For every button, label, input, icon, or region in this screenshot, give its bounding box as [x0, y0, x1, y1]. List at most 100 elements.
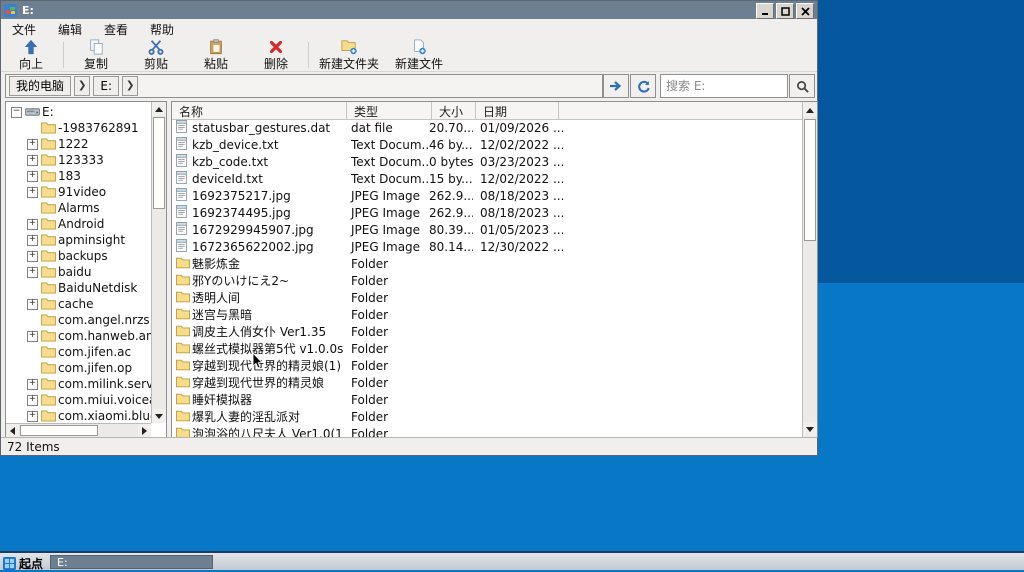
file-row[interactable]: 1692374495.jpg JPEG Image 262.9... 08/18…: [172, 204, 802, 221]
collapse-icon[interactable]: −: [11, 106, 22, 118]
tree-item[interactable]: + com.miui.voiceas: [6, 392, 151, 408]
titlebar[interactable]: E:: [1, 1, 817, 19]
tree-item[interactable]: + baidu: [6, 264, 151, 280]
list-vertical-scrollbar[interactable]: [802, 102, 817, 437]
expand-icon[interactable]: +: [27, 186, 38, 198]
menu-help[interactable]: 帮助: [139, 19, 185, 40]
tree-item[interactable]: + cache: [6, 296, 151, 312]
delete-button[interactable]: 删除: [246, 39, 306, 71]
status-bar: 72 Items: [1, 437, 817, 455]
tree-item[interactable]: + 123333: [6, 152, 151, 168]
search-button[interactable]: [789, 74, 815, 98]
close-button[interactable]: [796, 3, 814, 19]
tree-item[interactable]: + Alarms: [6, 200, 151, 216]
tree-item[interactable]: + com.angel.nrzs: [6, 312, 151, 328]
breadcrumb-chevron-icon[interactable]: ❯: [122, 76, 139, 96]
file-row[interactable]: statusbar_gestures.dat dat file 20.70...…: [172, 119, 802, 136]
refresh-button[interactable]: [630, 74, 656, 98]
scroll-down-button[interactable]: [152, 409, 166, 423]
tree-item[interactable]: + Android: [6, 216, 151, 232]
scroll-up-button[interactable]: [152, 102, 166, 116]
copy-button[interactable]: 复制: [66, 38, 126, 71]
file-row[interactable]: 1672929945907.jpg JPEG Image 80.39... 01…: [172, 221, 802, 238]
up-button[interactable]: 向上: [1, 39, 61, 71]
cut-button[interactable]: 剪贴: [126, 39, 186, 71]
paste-button[interactable]: 粘贴: [186, 38, 246, 71]
tree-item[interactable]: + 1222: [6, 136, 151, 152]
file-row[interactable]: 穿越到现代世界的精灵娘(1) Folder: [172, 357, 802, 374]
tree-item[interactable]: + backups: [6, 248, 151, 264]
go-button[interactable]: [603, 74, 629, 98]
column-header-name[interactable]: 名称: [172, 102, 347, 119]
file-row[interactable]: 邪Yのいけにえ2~ Folder: [172, 272, 802, 289]
tree-item[interactable]: + com.milink.servic: [6, 376, 151, 392]
tree-item[interactable]: + BaiduNetdisk: [6, 280, 151, 296]
breadcrumb-drive-e[interactable]: E:: [93, 76, 120, 96]
expand-icon[interactable]: +: [27, 394, 38, 406]
file-row[interactable]: 爆乳人妻的淫乱派对 Folder: [172, 408, 802, 425]
expand-icon[interactable]: +: [27, 250, 38, 262]
task-button-drive-e[interactable]: E:: [50, 555, 213, 569]
tree-item[interactable]: + com.xiaomi.blue: [6, 408, 151, 423]
menu-bar: 文件 编辑 查看 帮助: [1, 19, 817, 39]
tree-item[interactable]: + com.jifen.op: [6, 360, 151, 376]
expand-icon[interactable]: +: [27, 330, 38, 342]
drive-icon: [25, 104, 40, 122]
tree-item[interactable]: + apminsight: [6, 232, 151, 248]
tree-scrollbar-thumb[interactable]: [153, 117, 165, 209]
start-button[interactable]: 起点: [3, 555, 43, 572]
tree-vertical-scrollbar[interactable]: [151, 102, 166, 423]
scroll-down-button[interactable]: [803, 422, 817, 436]
tree-item[interactable]: + 183: [6, 168, 151, 184]
breadcrumb[interactable]: 我的电脑 ❯ E: ❯: [5, 74, 603, 98]
menu-edit[interactable]: 编辑: [47, 19, 93, 40]
file-row[interactable]: 1692375217.jpg JPEG Image 262.9... 08/18…: [172, 187, 802, 204]
file-row[interactable]: 1672365622002.jpg JPEG Image 80.14... 12…: [172, 238, 802, 255]
column-header-size[interactable]: 大小: [432, 102, 476, 119]
file-row[interactable]: 魅影炼金 Folder: [172, 255, 802, 272]
tree-horizontal-scrollbar[interactable]: [6, 423, 151, 437]
file-row[interactable]: 螺丝式模拟器第5代 v1.0.0s Folder: [172, 340, 802, 357]
expand-icon[interactable]: +: [27, 410, 38, 422]
new-file-button[interactable]: 新建文件: [387, 38, 451, 71]
menu-file[interactable]: 文件: [1, 19, 47, 40]
scroll-left-button[interactable]: [6, 424, 19, 437]
file-row[interactable]: 透明人间 Folder: [172, 289, 802, 306]
expand-icon[interactable]: +: [27, 218, 38, 230]
file-row[interactable]: deviceId.txt Text Docum... 15 by... 12/0…: [172, 170, 802, 187]
file-row[interactable]: kzb_code.txt Text Docum... 0 bytes 03/23…: [172, 153, 802, 170]
breadcrumb-my-computer[interactable]: 我的电脑: [9, 76, 72, 96]
tree-item[interactable]: + -1983762891: [6, 120, 151, 136]
tree-hscrollbar-thumb[interactable]: [20, 425, 98, 436]
file-row[interactable]: 穿越到现代世界的精灵娘 Folder: [172, 374, 802, 391]
go-arrow-icon: [610, 81, 622, 91]
menu-view[interactable]: 查看: [93, 19, 139, 40]
expand-icon[interactable]: +: [27, 138, 38, 150]
column-header-date[interactable]: 日期: [476, 102, 559, 119]
search-input[interactable]: [661, 75, 787, 97]
expand-icon[interactable]: +: [27, 154, 38, 166]
tree-item[interactable]: + com.hanweb.and: [6, 328, 151, 344]
expand-icon[interactable]: +: [27, 266, 38, 278]
tree-item[interactable]: + 91video: [6, 184, 151, 200]
scroll-right-button[interactable]: [138, 424, 151, 437]
breadcrumb-chevron-icon[interactable]: ❯: [74, 76, 91, 96]
column-header-type[interactable]: 类型: [347, 102, 432, 119]
file-row[interactable]: 泡泡浴的八尺夫人 Ver1.0(1) Folder: [172, 425, 802, 437]
tree-root-drive-e[interactable]: − E:: [6, 104, 151, 120]
minimize-button[interactable]: [756, 3, 774, 19]
toolbar-separator: [308, 42, 309, 68]
file-row[interactable]: 调皮主人俏女仆 Ver1.35 Folder: [172, 323, 802, 340]
maximize-button[interactable]: [776, 3, 794, 19]
expand-icon[interactable]: +: [27, 234, 38, 246]
file-row[interactable]: kzb_device.txt Text Docum... 46 by... 12…: [172, 136, 802, 153]
tree-item[interactable]: + com.jifen.ac: [6, 344, 151, 360]
expand-icon[interactable]: +: [27, 378, 38, 390]
scroll-up-button[interactable]: [803, 103, 817, 117]
file-row[interactable]: 睡奸模拟器 Folder: [172, 391, 802, 408]
file-row[interactable]: 迷宫与黑暗 Folder: [172, 306, 802, 323]
new-folder-button[interactable]: 新建文件夹: [311, 39, 387, 71]
expand-icon[interactable]: +: [27, 298, 38, 310]
expand-icon[interactable]: +: [27, 170, 38, 182]
list-scrollbar-thumb[interactable]: [804, 119, 816, 241]
